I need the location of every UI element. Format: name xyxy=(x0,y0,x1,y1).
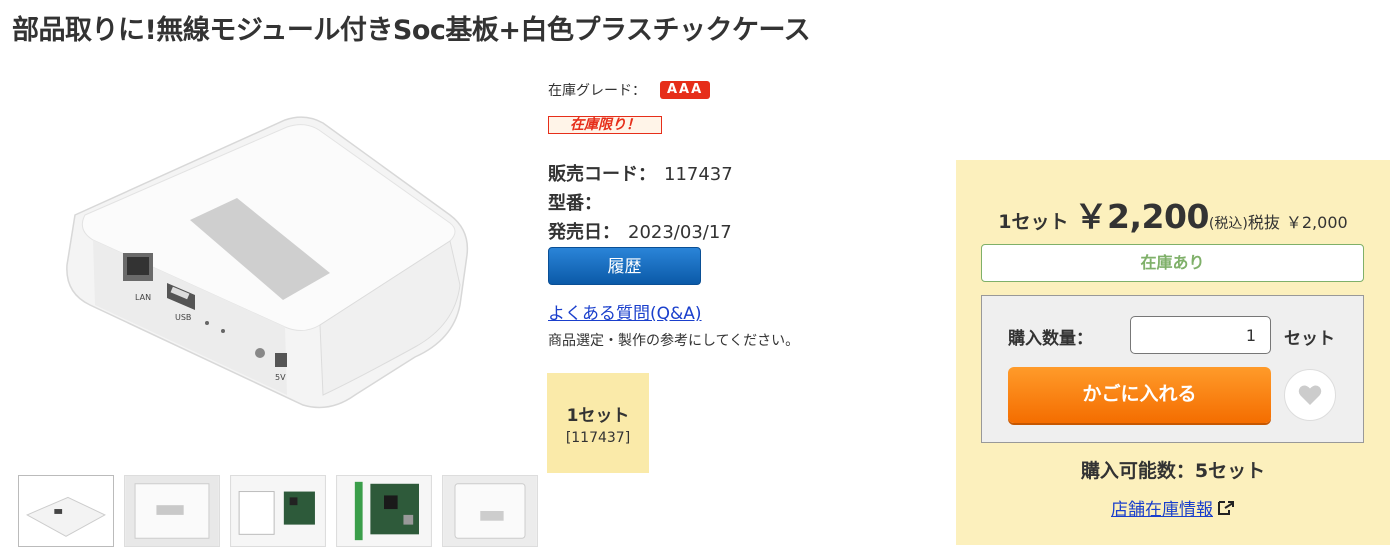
release-value: 2023/03/17 xyxy=(628,222,732,243)
limited-stock-badge: 在庫限り！ xyxy=(548,116,662,134)
store-stock-link-row: 店舗在庫情報 xyxy=(956,495,1390,521)
spec-sale-code: 販売コード： 117437 xyxy=(548,160,908,189)
thumbnail-2[interactable] xyxy=(124,475,220,547)
tax-excluded-label: 税抜 xyxy=(1247,213,1280,232)
favorite-button[interactable] xyxy=(1284,369,1336,421)
product-main-image[interactable]: LAN USB 5V xyxy=(55,95,485,440)
history-button[interactable]: 履歴 xyxy=(548,247,701,285)
stock-grade-label: 在庫グレード： xyxy=(548,83,646,99)
add-to-cart-button[interactable]: かごに入れる xyxy=(1008,367,1271,423)
quantity-unit: セット xyxy=(1284,329,1335,349)
spec-model: 型番： xyxy=(548,189,908,218)
faq-link[interactable]: よくある質問(Q&A) xyxy=(548,299,702,324)
external-link-icon xyxy=(1217,500,1235,521)
svg-text:LAN: LAN xyxy=(135,293,151,302)
buy-form: 購入数量： セット かごに入れる xyxy=(981,295,1364,443)
heart-icon xyxy=(1298,385,1322,405)
sale-code-value: 117437 xyxy=(664,164,733,185)
available-quantity: 購入可能数：5セット xyxy=(1080,460,1266,482)
purchase-panel: 1セット￥2,200(税込)税抜 ￥2,000 在庫あり 購入数量： セット かご… xyxy=(956,160,1390,545)
spec-release: 発売日： 2023/03/17 xyxy=(548,218,908,247)
quantity-label: 購入数量： xyxy=(1008,329,1093,349)
release-label: 発売日： xyxy=(548,222,620,243)
tax-excluded-price: ￥2,000 xyxy=(1285,213,1348,232)
variant-option[interactable]: 1セット [117437] xyxy=(547,373,649,473)
variant-name: 1セット xyxy=(566,406,630,426)
tax-included-note: (税込) xyxy=(1208,216,1248,232)
stock-grade: 在庫グレード： AAA xyxy=(548,80,908,100)
price-value: ￥2,200 xyxy=(1074,197,1210,236)
svg-text:5V: 5V xyxy=(275,373,286,382)
quantity-input[interactable] xyxy=(1130,316,1271,354)
price-row: 1セット ￥2,200(税込)税抜 ￥2,000 xyxy=(956,190,1390,238)
model-label: 型番： xyxy=(548,193,602,214)
price-unit: 1セット xyxy=(998,211,1069,233)
thumbnail-strip xyxy=(18,475,538,547)
stock-grade-badge: AAA xyxy=(660,81,711,99)
faq-note: 商品選定・製作の参考にしてください。 xyxy=(548,333,800,349)
sale-code-label: 販売コード： xyxy=(548,164,656,185)
thumbnail-3[interactable] xyxy=(230,475,326,547)
product-title: 部品取りに!無線モジュール付きSoc基板+白色プラスチックケース xyxy=(12,15,811,46)
spec-list: 販売コード： 117437 型番： 発売日： 2023/03/17 xyxy=(548,160,908,247)
product-info: 在庫グレード： AAA 在庫限り！ 販売コード： 117437 型番： 発売日： 2… xyxy=(548,80,908,350)
stock-status-badge: 在庫あり xyxy=(981,244,1364,282)
variant-code: [117437] xyxy=(565,430,631,446)
thumbnail-4[interactable] xyxy=(336,475,432,547)
store-stock-link[interactable]: 店舗在庫情報 xyxy=(1111,500,1213,520)
svg-text:USB: USB xyxy=(175,313,191,322)
thumbnail-5[interactable] xyxy=(442,475,538,547)
thumbnail-1[interactable] xyxy=(18,475,114,547)
